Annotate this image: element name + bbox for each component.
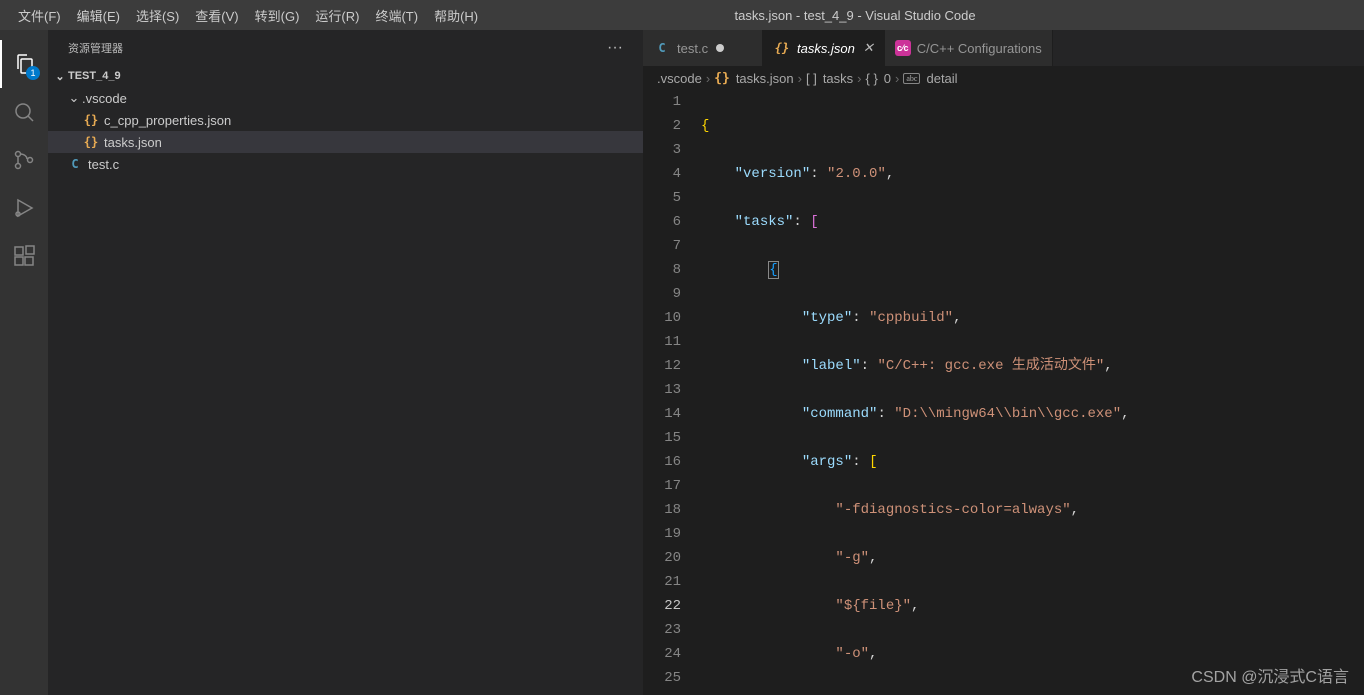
breadcrumb-item[interactable]: tasks.json <box>736 71 794 86</box>
chevron-right-icon: › <box>857 71 861 86</box>
cpp-config-icon: c⁄c <box>895 40 911 56</box>
tree-folder-label: .vscode <box>82 91 127 106</box>
chevron-right-icon: › <box>798 71 802 86</box>
tab-configs[interactable]: c⁄c C/C++ Configurations <box>885 30 1053 66</box>
c-file-icon: C <box>653 41 671 55</box>
sidebar-root-label: TEST_4_9 <box>68 70 121 82</box>
tree-file-testc[interactable]: C test.c <box>48 153 643 175</box>
menu-help[interactable]: 帮助(H) <box>426 2 486 29</box>
json-file-icon: {} <box>714 71 730 86</box>
breadcrumb-item[interactable]: detail <box>926 71 957 86</box>
breadcrumb[interactable]: .vscode › {} tasks.json › [ ] tasks › { … <box>643 66 1364 90</box>
explorer-badge: 1 <box>26 66 40 80</box>
sidebar: 资源管理器 ··· ⌄ TEST_4_9 ⌄ .vscode {} c_cpp_… <box>48 30 643 695</box>
tab-testc[interactable]: C test.c <box>643 30 763 66</box>
titlebar: 文件(F) 编辑(E) 选择(S) 查看(V) 转到(G) 运行(R) 终端(T… <box>0 0 1364 30</box>
array-icon: [ ] <box>806 71 817 86</box>
menu-edit[interactable]: 编辑(E) <box>69 2 128 29</box>
object-icon: { } <box>866 71 878 86</box>
tree-folder-vscode[interactable]: ⌄ .vscode <box>48 87 643 109</box>
tab-label: tasks.json <box>797 41 855 56</box>
gutter: 1234567891011121314151617181920212223242… <box>643 90 701 695</box>
unsaved-dot-icon <box>716 44 724 52</box>
menu-terminal[interactable]: 终端(T) <box>367 2 426 29</box>
menu-view[interactable]: 查看(V) <box>187 2 246 29</box>
string-icon: abc <box>903 73 920 84</box>
extensions-icon[interactable] <box>0 232 48 280</box>
sidebar-title: 资源管理器 <box>68 40 123 56</box>
window-title: tasks.json - test_4_9 - Visual Studio Co… <box>486 8 1224 23</box>
tree-file-label: test.c <box>88 157 119 172</box>
chevron-right-icon: › <box>895 71 899 86</box>
activity-bar: 1 <box>0 30 48 695</box>
json-file-icon: {} <box>773 41 791 55</box>
menu-file[interactable]: 文件(F) <box>10 2 69 29</box>
source-control-icon[interactable] <box>0 136 48 184</box>
tree-file-cpp-props[interactable]: {} c_cpp_properties.json <box>48 109 643 131</box>
tree-file-tasks[interactable]: {} tasks.json <box>48 131 643 153</box>
file-tree: ⌄ .vscode {} c_cpp_properties.json {} ta… <box>48 87 643 695</box>
json-file-icon: {} <box>82 113 100 127</box>
tab-label: test.c <box>677 41 708 56</box>
tree-file-label: tasks.json <box>104 135 162 150</box>
tab-bar: C test.c {} tasks.json ✕ c⁄c C/C++ Confi… <box>643 30 1364 66</box>
tab-tasks[interactable]: {} tasks.json ✕ <box>763 30 885 66</box>
close-icon[interactable]: ✕ <box>863 40 874 56</box>
chevron-down-icon: ⌄ <box>52 70 68 83</box>
chevron-down-icon: ⌄ <box>66 90 82 106</box>
menu-bar: 文件(F) 编辑(E) 选择(S) 查看(V) 转到(G) 运行(R) 终端(T… <box>0 2 486 29</box>
search-icon[interactable] <box>0 88 48 136</box>
editor-area: C test.c {} tasks.json ✕ c⁄c C/C++ Confi… <box>643 30 1364 695</box>
code-content[interactable]: { "version": "2.0.0", "tasks": [ { "type… <box>701 90 1364 695</box>
breadcrumb-item[interactable]: tasks <box>823 71 853 86</box>
sidebar-root[interactable]: ⌄ TEST_4_9 <box>48 65 643 87</box>
sidebar-more-icon[interactable]: ··· <box>607 39 623 57</box>
tab-label: C/C++ Configurations <box>917 41 1042 56</box>
editor[interactable]: 1234567891011121314151617181920212223242… <box>643 90 1364 695</box>
menu-select[interactable]: 选择(S) <box>128 2 187 29</box>
breadcrumb-item[interactable]: .vscode <box>657 71 702 86</box>
run-debug-icon[interactable] <box>0 184 48 232</box>
menu-go[interactable]: 转到(G) <box>247 2 308 29</box>
tree-file-label: c_cpp_properties.json <box>104 113 231 128</box>
menu-run[interactable]: 运行(R) <box>307 2 367 29</box>
c-file-icon: C <box>66 157 84 171</box>
json-file-icon: {} <box>82 135 100 149</box>
breadcrumb-item[interactable]: 0 <box>884 71 891 86</box>
explorer-icon[interactable]: 1 <box>0 40 48 88</box>
chevron-right-icon: › <box>706 71 710 86</box>
